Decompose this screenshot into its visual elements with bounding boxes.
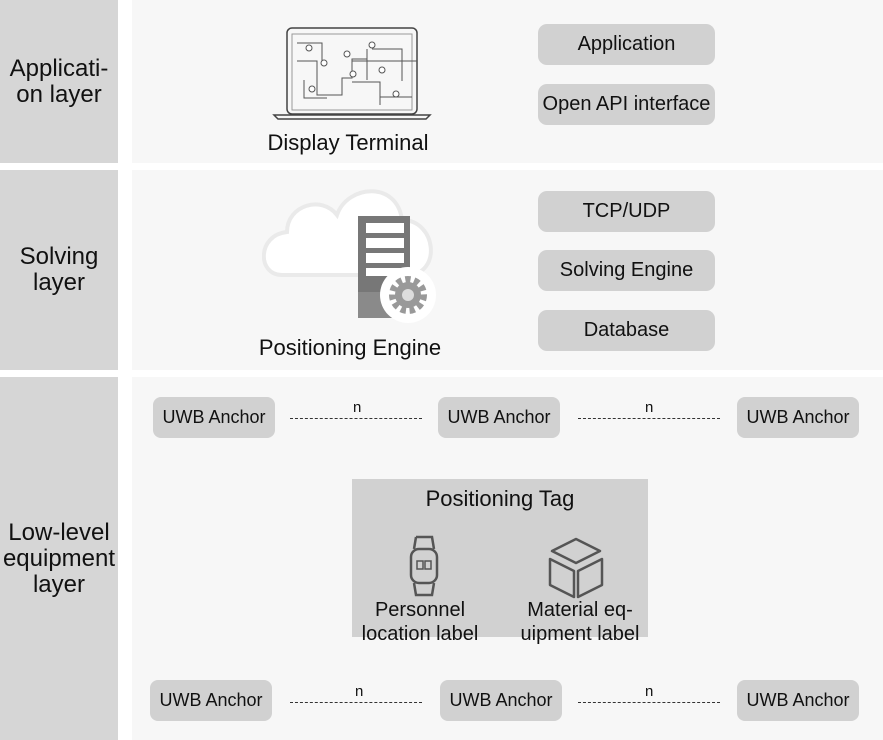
uwb-anchor: UWB Anchor: [737, 680, 859, 721]
database-box: Database: [538, 310, 715, 351]
open-api-box: Open API interface: [538, 84, 715, 125]
link-count-label: n: [353, 399, 362, 416]
tcp-udp-box: TCP/UDP: [538, 191, 715, 232]
uwb-anchor: UWB Anchor: [440, 680, 562, 721]
uwb-anchor: UWB Anchor: [737, 397, 859, 438]
anchor-link: [290, 418, 422, 419]
uwb-anchor: UWB Anchor: [150, 680, 272, 721]
solving-engine-box: Solving Engine: [538, 250, 715, 291]
application-panel: [132, 0, 883, 163]
anchor-link: [578, 702, 720, 703]
application-box: Application: [538, 24, 715, 65]
layer-label-equipment: Low-level equipment layer: [0, 377, 118, 740]
anchor-link: [290, 702, 422, 703]
link-count-label: n: [645, 399, 654, 416]
wristband-icon: [409, 535, 439, 597]
cloud-server-gear-icon: [262, 189, 436, 323]
personnel-label: Personnel location label: [361, 599, 479, 645]
box-package-icon: [548, 537, 604, 599]
display-terminal-label: Display Terminal: [267, 130, 429, 155]
uwb-anchor: UWB Anchor: [153, 397, 275, 438]
layer-label-application: Applicati- on layer: [0, 0, 118, 163]
anchor-link: [578, 418, 720, 419]
positioning-tag-title: Positioning Tag: [425, 486, 575, 511]
link-count-label: n: [355, 683, 364, 700]
uwb-anchor: UWB Anchor: [438, 397, 560, 438]
laptop-map-icon: [272, 27, 432, 120]
material-label: Material eq- uipment label: [520, 599, 640, 645]
layer-label-solving: Solving layer: [0, 170, 118, 370]
positioning-engine-label: Positioning Engine: [258, 335, 442, 360]
link-count-label: n: [645, 683, 654, 700]
